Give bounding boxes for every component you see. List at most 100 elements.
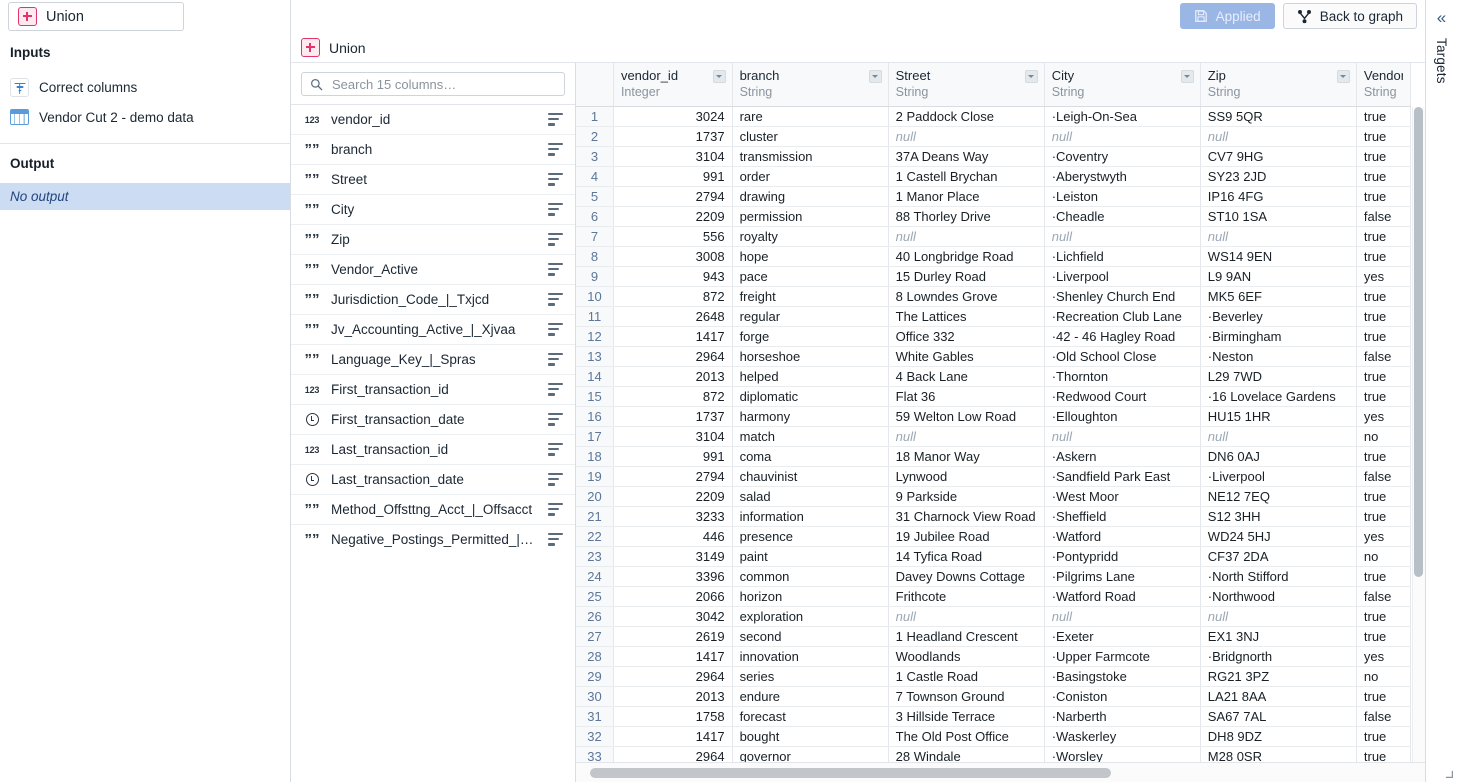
table-row[interactable]: 1 3024 rare 2 Paddock Close ·Leigh-On-Sea SS9… [576,106,1412,127]
table-cell-active[interactable]: true [1356,486,1412,507]
table-cell-active[interactable]: yes [1356,646,1412,667]
table-cell-city[interactable]: null [1044,606,1201,627]
column-list-item[interactable]: Last_transaction_date [291,464,575,494]
sidebar-item-correct-columns[interactable]: Correct columns [0,72,290,102]
table-cell-active[interactable]: true [1356,146,1412,167]
column-list-item[interactable]: ”” City [291,194,575,224]
column-stats-icon[interactable] [548,323,563,336]
table-cell-zip[interactable]: HU15 1HR [1200,406,1357,427]
table-cell-active[interactable]: no [1356,426,1412,447]
table-cell-branch[interactable]: exploration [732,606,889,627]
vertical-scrollbar-thumb[interactable] [1414,107,1423,577]
table-cell-zip[interactable]: ·Bridgnorth [1200,646,1357,667]
column-list-item[interactable]: 123 vendor_id [291,104,575,134]
table-cell-city[interactable]: ·42 - 46 Hagley Road [1044,326,1201,347]
table-cell-vendor_id[interactable]: 2794 [613,466,733,487]
column-stats-icon[interactable] [548,173,563,186]
table-cell-active[interactable]: true [1356,366,1412,387]
table-cell-vendor_id[interactable]: 872 [613,386,733,407]
table-cell-zip[interactable]: WS14 9EN [1200,246,1357,267]
table-cell-city[interactable]: ·Sandfield Park East [1044,466,1201,487]
table-cell-branch[interactable]: series [732,666,889,687]
table-cell-street[interactable]: Flat 36 [888,386,1045,407]
table-cell-vendor_id[interactable]: 1417 [613,726,733,747]
table-cell-city[interactable]: ·Exeter [1044,626,1201,647]
column-list-item[interactable]: ”” Method_Offsttng_Acct_|_Offsacct [291,494,575,524]
table-cell-branch[interactable]: bought [732,726,889,747]
table-cell-vendor_id[interactable]: 2209 [613,486,733,507]
table-cell-branch[interactable]: salad [732,486,889,507]
table-cell-street[interactable]: 4 Back Lane [888,366,1045,387]
table-cell-vendor_id[interactable]: 991 [613,446,733,467]
table-cell-street[interactable]: 88 Thorley Drive [888,206,1045,227]
table-row[interactable]: 32 1417 bought The Old Post Office ·Waskerle… [576,726,1412,747]
table-cell-city[interactable]: ·Leiston [1044,186,1201,207]
table-cell-vendor_id[interactable]: 943 [613,266,733,287]
column-stats-icon[interactable] [548,353,563,366]
table-cell-city[interactable]: ·Askern [1044,446,1201,467]
table-cell-street[interactable]: Woodlands [888,646,1045,667]
table-cell-active[interactable]: true [1356,186,1412,207]
table-cell-street[interactable]: 1 Headland Crescent [888,626,1045,647]
column-list-item[interactable]: ”” Jv_Accounting_Active_|_Xjvaa [291,314,575,344]
column-menu-caret-icon[interactable] [1336,70,1350,83]
table-cell-zip[interactable]: RG21 3PZ [1200,666,1357,687]
table-cell-active[interactable]: false [1356,466,1412,487]
table-cell-branch[interactable]: pace [732,266,889,287]
table-cell-active[interactable]: yes [1356,266,1412,287]
table-cell-street[interactable]: null [888,606,1045,627]
column-list-item[interactable]: ”” Jurisdiction_Code_|_Txjcd [291,284,575,314]
table-cell-zip[interactable]: SA67 7AL [1200,706,1357,727]
table-cell-branch[interactable]: second [732,626,889,647]
table-cell-street[interactable]: 37A Deans Way [888,146,1045,167]
table-cell-branch[interactable]: presence [732,526,889,547]
apply-button[interactable]: Applied [1179,3,1275,29]
table-row[interactable]: 14 2013 helped 4 Back Lane ·Thornton L29 7WD t… [576,366,1412,387]
table-cell-active[interactable]: true [1356,166,1412,187]
table-cell-branch[interactable]: coma [732,446,889,467]
table-cell-zip[interactable]: L9 9AN [1200,266,1357,287]
table-cell-branch[interactable]: endure [732,686,889,707]
table-cell-zip[interactable]: null [1200,606,1357,627]
table-cell-zip[interactable]: EX1 3NJ [1200,626,1357,647]
column-header[interactable]: Vendor_ String [1356,63,1412,107]
table-cell-active[interactable]: true [1356,726,1412,747]
sidebar-item-vendor-cut-2[interactable]: Vendor Cut 2 - demo data [0,102,290,132]
table-row[interactable]: 28 1417 innovation Woodlands ·Upper Farmcote… [576,646,1412,667]
table-cell-city[interactable]: null [1044,226,1201,247]
table-row[interactable]: 21 3233 information 31 Charnock View Road ·S… [576,506,1412,527]
table-cell-city[interactable]: ·Narberth [1044,706,1201,727]
column-list-item[interactable]: ”” Zip [291,224,575,254]
node-name-field[interactable]: Union [8,2,184,31]
table-cell-active[interactable]: true [1356,126,1412,147]
table-cell-city[interactable]: ·Liverpool [1044,266,1201,287]
table-cell-city[interactable]: ·Leigh-On-Sea [1044,106,1201,127]
table-cell-active[interactable]: true [1356,506,1412,527]
column-list-item[interactable]: 123 First_transaction_id [291,374,575,404]
column-stats-icon[interactable] [548,113,563,126]
table-cell-active[interactable]: true [1356,326,1412,347]
table-cell-active[interactable]: false [1356,706,1412,727]
table-row[interactable]: 19 2794 chauvinist Lynwood ·Sandfield Park E… [576,466,1412,487]
column-stats-icon[interactable] [548,503,563,516]
table-cell-active[interactable]: true [1356,226,1412,247]
table-cell-city[interactable]: ·West Moor [1044,486,1201,507]
table-cell-zip[interactable]: LA21 8AA [1200,686,1357,707]
table-cell-branch[interactable]: chauvinist [732,466,889,487]
table-cell-active[interactable]: false [1356,206,1412,227]
table-cell-zip[interactable]: ·Beverley [1200,306,1357,327]
table-cell-street[interactable]: 2 Paddock Close [888,106,1045,127]
table-cell-branch[interactable]: permission [732,206,889,227]
table-row[interactable]: 18 991 coma 18 Manor Way ·Askern DN6 0AJ true [576,446,1412,467]
table-cell-branch[interactable]: harmony [732,406,889,427]
table-cell-vendor_id[interactable]: 1758 [613,706,733,727]
table-cell-city[interactable]: ·Watford Road [1044,586,1201,607]
targets-rail-label[interactable]: Targets [1434,38,1449,84]
table-cell-zip[interactable]: ·North Stifford [1200,566,1357,587]
table-row[interactable]: 31 1758 forecast 3 Hillside Terrace ·Narbert… [576,706,1412,727]
table-row[interactable]: 9 943 pace 15 Durley Road ·Liverpool L9 9AN ye… [576,266,1412,287]
table-cell-active[interactable]: true [1356,686,1412,707]
table-cell-vendor_id[interactable]: 3104 [613,426,733,447]
column-header[interactable]: branch String [732,63,889,107]
table-cell-vendor_id[interactable]: 3104 [613,146,733,167]
